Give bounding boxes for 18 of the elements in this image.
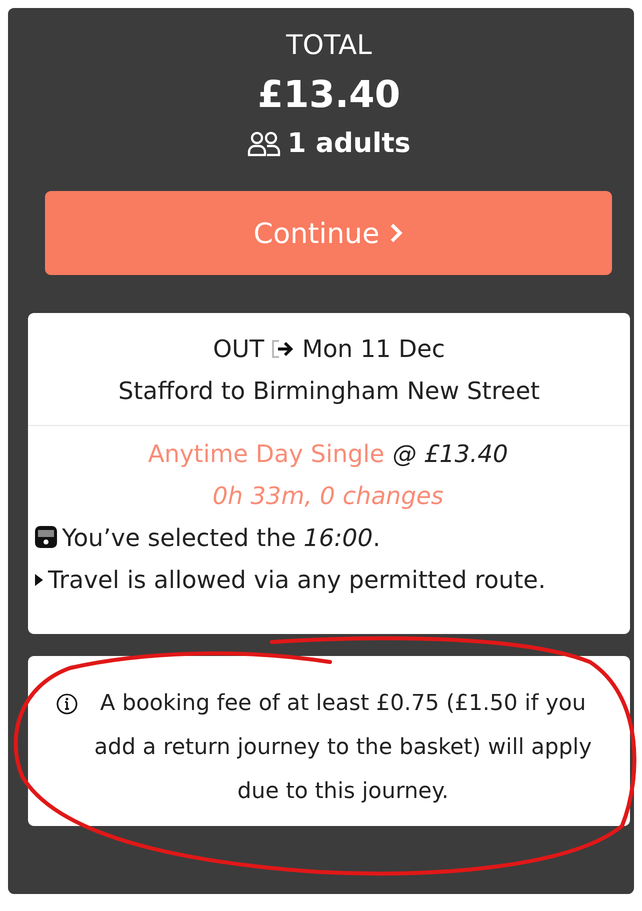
- info-icon: [56, 693, 78, 715]
- fare-name: Anytime Day Single: [148, 440, 384, 468]
- direction-label: OUT: [213, 335, 264, 363]
- journey-date: Mon 11 Dec: [302, 335, 445, 363]
- train-icon: [34, 525, 58, 551]
- journey-note: Travel is allowed via any permitted route.: [48, 566, 546, 594]
- fare-price: @ £13.40: [392, 440, 508, 468]
- journey-note: You’ve selected the 16:00.: [62, 524, 380, 552]
- bullet-icon: [34, 573, 44, 587]
- journey-route: Stafford to Birmingham New Street: [118, 377, 540, 405]
- journey-duration: 0h 33m, 0 changes: [211, 482, 444, 510]
- chevron-icon: [389, 222, 404, 244]
- total-amount: £13.40: [258, 73, 400, 116]
- people-icon: [247, 130, 282, 156]
- continue-button[interactable]: Continue: [45, 191, 612, 275]
- booking-fee-notice: A booking fee of at least £0.75 (£1.50 if you add a return journey to the basket) will apply due to this journey.: [93, 690, 593, 806]
- total-label: TOTAL: [286, 30, 372, 61]
- passenger-count: 1 adults: [287, 128, 411, 159]
